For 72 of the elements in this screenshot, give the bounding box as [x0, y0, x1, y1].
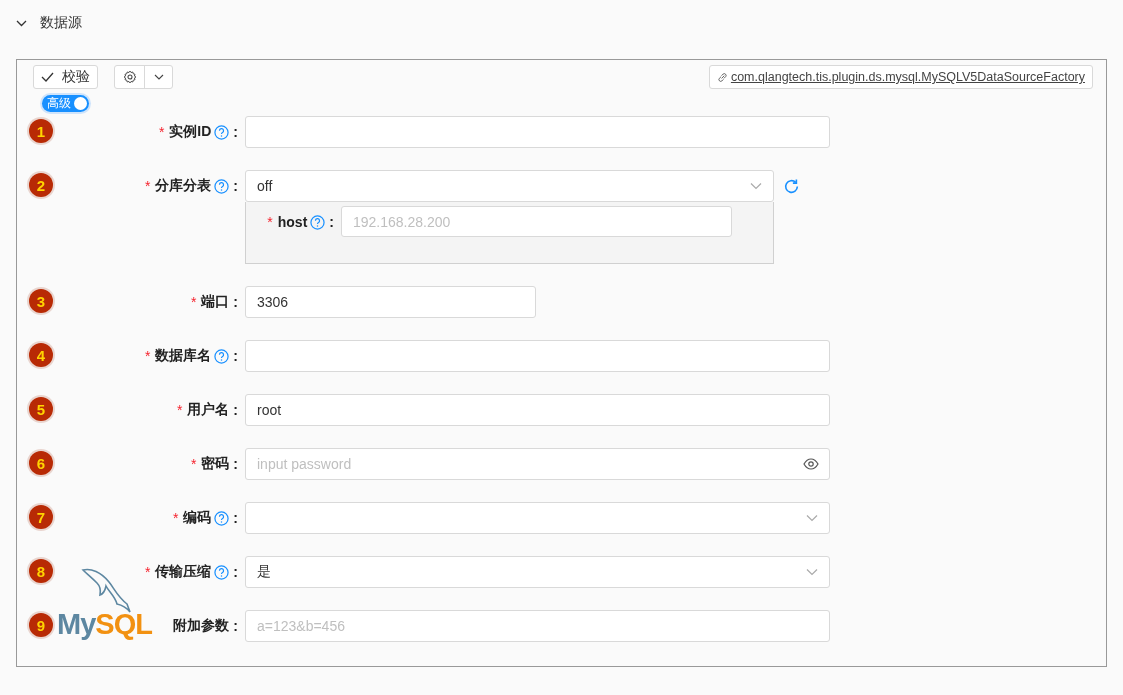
required-mark: * — [144, 564, 151, 580]
label-colon: : — [233, 294, 238, 310]
select-value: off — [257, 178, 273, 194]
required-mark: * — [158, 124, 165, 140]
chevron-down-icon[interactable] — [153, 74, 164, 80]
refresh-icon[interactable] — [783, 177, 800, 195]
label-colon: : — [233, 402, 238, 418]
mysql-logo-text: MySQL — [57, 608, 152, 641]
label-colon: : — [233, 348, 238, 364]
label-colon: : — [233, 618, 238, 634]
plugin-link[interactable]: com.qlangtech.tis.plugin.ds.mysql.MySQLV5DataSourceFactory — [708, 65, 1093, 89]
select-field[interactable] — [245, 502, 830, 534]
help-icon[interactable] — [214, 348, 230, 364]
required-mark: * — [144, 348, 151, 364]
select-value: 是 — [257, 563, 271, 581]
label-colon: : — [233, 178, 238, 194]
required-mark: * — [144, 178, 151, 194]
step-badge: 5 — [29, 397, 53, 421]
help-icon[interactable] — [214, 564, 230, 580]
chevron-down-icon — [750, 182, 762, 190]
label-colon: : — [329, 214, 334, 230]
label-colon: : — [233, 124, 238, 140]
input-field[interactable]: a=123&b=456 — [245, 610, 830, 642]
step-badge: 1 — [29, 119, 53, 143]
dolphin-icon — [81, 566, 133, 614]
select-field[interactable]: off — [245, 170, 774, 202]
field-label: 数据库名 — [155, 347, 212, 365]
step-badge: 7 — [29, 505, 53, 529]
chevron-down-icon[interactable] — [16, 19, 27, 27]
password-field[interactable]: input password — [245, 448, 830, 480]
input-field[interactable] — [245, 116, 830, 148]
field-label: 密码 — [201, 455, 230, 473]
section-title[interactable]: 数据源 — [40, 14, 82, 32]
check-icon — [41, 72, 54, 82]
chevron-down-icon — [806, 568, 818, 576]
field-label: host — [277, 214, 308, 230]
chevron-down-icon — [806, 514, 818, 522]
label-colon: : — [233, 564, 238, 580]
required-mark: * — [190, 294, 197, 310]
field-label: 用户名 — [187, 401, 230, 419]
step-badge: 8 — [29, 559, 53, 583]
help-icon[interactable] — [214, 510, 230, 526]
validate-button[interactable]: 校验 — [33, 65, 98, 89]
step-badge: 3 — [29, 289, 53, 313]
label-colon: : — [233, 510, 238, 526]
input-field[interactable]: 3306 — [245, 286, 536, 318]
step-badge: 4 — [29, 343, 53, 367]
field-label: 实例ID — [169, 123, 212, 141]
required-mark: * — [190, 456, 197, 472]
help-icon[interactable] — [310, 214, 326, 230]
field-label: 分库分表 — [155, 177, 212, 195]
field-label: 端口 — [201, 293, 230, 311]
link-icon — [716, 71, 728, 83]
field-label: 编码 — [183, 509, 212, 527]
settings-button-group[interactable] — [114, 65, 173, 89]
label-colon: : — [233, 456, 238, 472]
step-badge: 6 — [29, 451, 53, 475]
help-icon[interactable] — [214, 124, 230, 140]
input-field[interactable] — [245, 340, 830, 372]
help-icon[interactable] — [214, 178, 230, 194]
gear-icon[interactable] — [122, 70, 137, 84]
step-badge: 9 — [29, 613, 53, 637]
input-field[interactable]: root — [245, 394, 830, 426]
required-mark: * — [267, 214, 273, 230]
field-label: 传输压缩 — [155, 563, 212, 581]
eye-icon[interactable] — [803, 458, 819, 470]
required-mark: * — [176, 402, 183, 418]
required-mark: * — [172, 510, 179, 526]
select-field[interactable]: 是 — [245, 556, 830, 588]
field-label: 附加参数 — [173, 617, 230, 635]
step-badge: 2 — [29, 173, 53, 197]
input-field[interactable]: 192.168.28.200 — [341, 206, 732, 237]
